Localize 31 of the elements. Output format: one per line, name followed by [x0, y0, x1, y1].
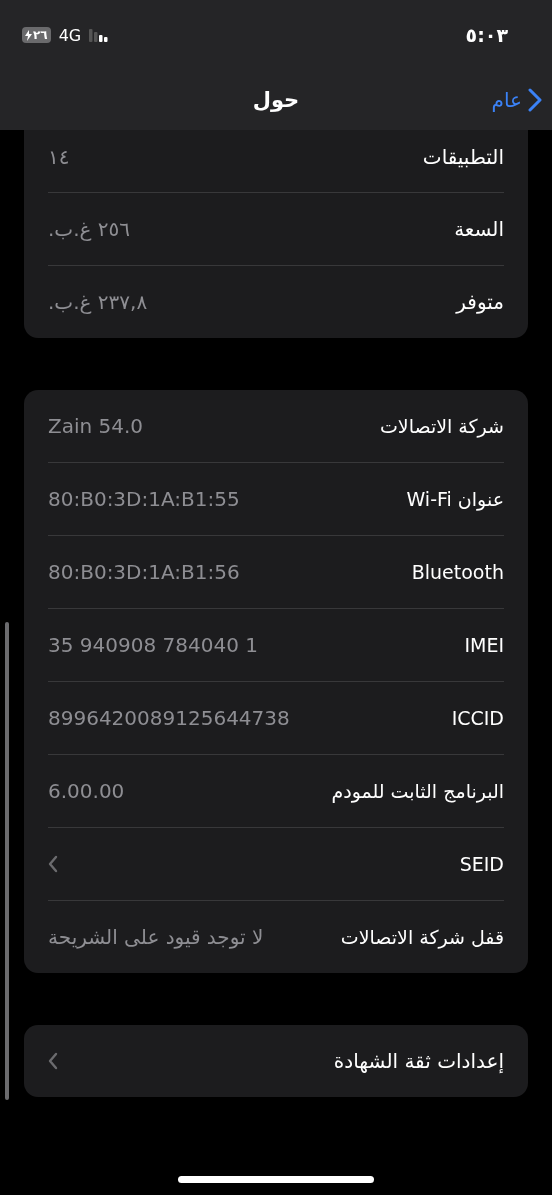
setting-value: 35 940908 784040 1 — [48, 633, 258, 657]
setting-value: 6.00.00 — [48, 779, 125, 803]
setting-label: متوفر — [456, 290, 504, 314]
chevron-icon — [48, 855, 58, 873]
setting-label: IMEI — [464, 634, 504, 656]
setting-label: البرنامج الثابت للمودم — [331, 780, 504, 802]
setting-value: ٢٥٦ غ.ب. — [48, 217, 131, 241]
setting-label: التطبيقات — [422, 144, 504, 169]
clock-time: ٥:٠٣ — [465, 24, 508, 46]
setting-label: شركة الاتصالات — [379, 415, 504, 437]
setting-link[interactable]: إعدادات ثقة الشهادة — [333, 1049, 504, 1073]
setting-link[interactable]: SEID — [459, 853, 504, 875]
setting-value: 80:B0:3D:1A:B1:56 — [48, 560, 240, 584]
network-type: 4G — [58, 25, 82, 45]
setting-label: Bluetooth — [411, 561, 504, 583]
setting-value: لا توجد قيود على الشريحة — [48, 925, 264, 949]
signal-icon — [89, 28, 110, 42]
setting-label: قفل شركة الاتصالات — [340, 926, 504, 948]
chevron-icon — [48, 1052, 58, 1070]
setting-value: ٢٣٧,٨ غ.ب. — [48, 290, 148, 314]
setting-label: السعة — [454, 217, 504, 241]
setting-value: Zain 54.0 — [48, 414, 144, 438]
setting-value: ١٤ — [48, 144, 70, 169]
setting-value: 80:B0:3D:1A:B1:55 — [48, 487, 240, 511]
setting-label: عنوان Wi-Fi — [406, 488, 504, 510]
back-chevron-icon — [528, 88, 542, 112]
page-title: حول — [252, 88, 300, 112]
setting-label: ICCID — [451, 707, 504, 729]
battery-indicator: ٢٦ — [22, 27, 51, 43]
back-button[interactable]: عام — [491, 88, 542, 112]
setting-value: 8996420089125644738 — [48, 706, 290, 730]
